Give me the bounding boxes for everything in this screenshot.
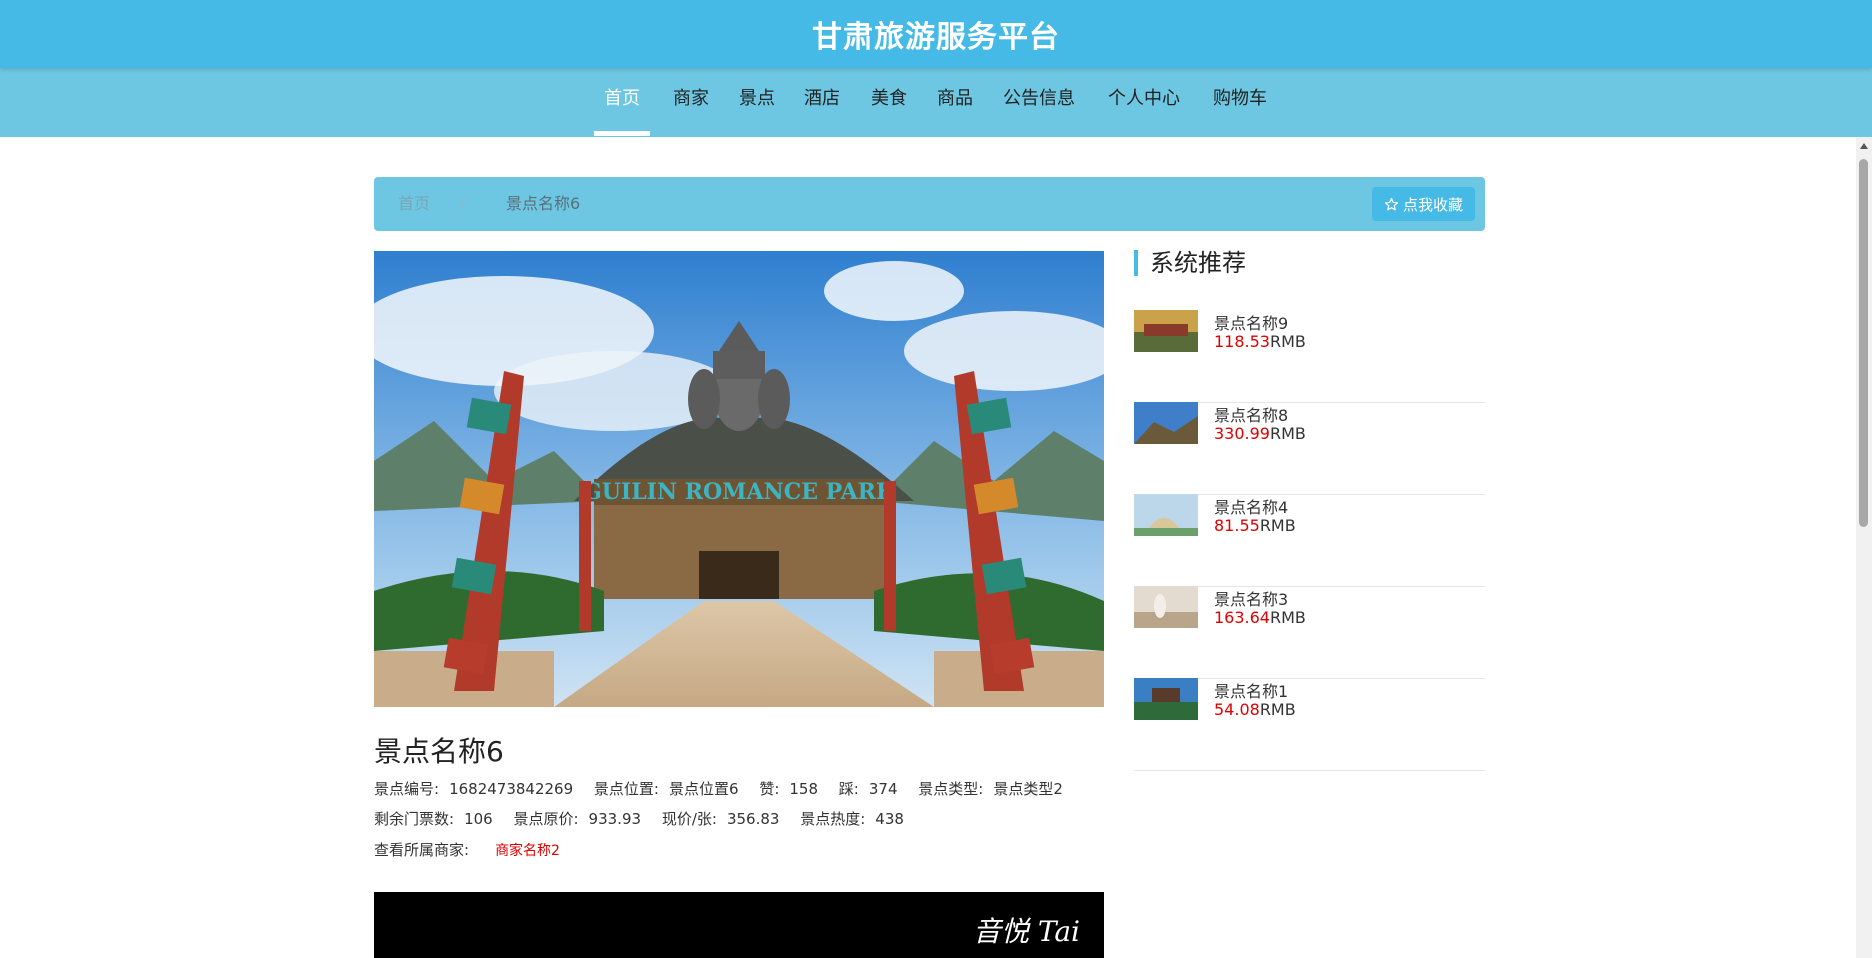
price-value: 163.64	[1214, 608, 1270, 627]
scroll-up-arrow-icon[interactable]	[1860, 143, 1868, 149]
field-value-dislike: 374	[868, 780, 898, 798]
field-label-popularity: 景点热度:	[800, 810, 866, 828]
merchant-label: 查看所属商家:	[374, 841, 470, 859]
recommend-item-name[interactable]: 景点名称1	[1214, 678, 1288, 702]
recommend-item[interactable]: 景点名称4 81.55RMB	[1134, 494, 1485, 587]
nav-item-cart[interactable]: 购物车	[1213, 68, 1267, 137]
favorite-button[interactable]: 点我收藏	[1371, 187, 1475, 221]
nav-item-hotel[interactable]: 酒店	[804, 68, 840, 137]
field-value-tickets-left: 106	[464, 810, 493, 828]
price-value: 330.99	[1214, 424, 1270, 443]
recommend-item-name[interactable]: 景点名称3	[1214, 586, 1288, 610]
nav-item-home[interactable]: 首页	[604, 68, 640, 137]
nav-item-notice[interactable]: 公告信息	[1003, 68, 1075, 137]
price-value: 54.08	[1214, 700, 1260, 719]
field-label-type: 景点类型:	[918, 780, 984, 798]
recommend-item[interactable]: 景点名称1 54.08RMB	[1134, 678, 1485, 771]
price-unit: RMB	[1259, 700, 1296, 719]
recommend-thumbnail[interactable]	[1134, 586, 1198, 628]
price-unit: RMB	[1269, 608, 1306, 627]
scenic-title: 景点名称6	[374, 735, 504, 768]
recommend-item-price: 330.99RMB	[1214, 424, 1306, 443]
merchant-row: 查看所属商家: 商家名称2	[374, 839, 560, 860]
nav-active-indicator	[594, 131, 650, 136]
recommend-item-name[interactable]: 景点名称9	[1214, 310, 1288, 334]
info-row-2: 剩余门票数: 106 景点原价: 933.93 现价/张: 356.83 景点热度: 4…	[374, 808, 920, 829]
recommend-item-price: 118.53RMB	[1214, 332, 1306, 351]
recommend-thumbnail[interactable]	[1134, 494, 1198, 536]
star-outline-icon	[1384, 197, 1399, 210]
price-value: 118.53	[1214, 332, 1270, 351]
info-row-1: 景点编号: 1682473842269 景点位置: 景点位置6 赞: 158 踩: 37…	[374, 778, 1079, 799]
field-label-original-price: 景点原价:	[513, 810, 579, 828]
nav-item-food[interactable]: 美食	[871, 68, 907, 137]
park-sign-text: GUILIN ROMANCE PARK	[583, 479, 896, 505]
field-label-location: 景点位置:	[593, 780, 659, 798]
field-value-current-price: 356.83	[726, 810, 780, 828]
breadcrumb-current: 景点名称6	[506, 194, 581, 213]
field-value-type: 景点类型2	[993, 780, 1063, 798]
field-value-location: 景点位置6	[668, 780, 739, 798]
scenic-main-image: GUILIN ROMANCE PARK	[374, 251, 1104, 707]
video-watermark: 音悦 Tai	[972, 915, 1080, 948]
site-header: 甘肃旅游服务平台	[0, 0, 1872, 68]
field-label-tickets-left: 剩余门票数:	[374, 810, 455, 828]
field-value-original-price: 933.93	[588, 810, 642, 828]
recommend-item[interactable]: 景点名称8 330.99RMB	[1134, 402, 1485, 495]
video-player[interactable]: 音悦 Tai	[374, 892, 1104, 958]
main-nav: 首页 商家 景点 酒店 美食 商品 公告信息 个人中心 购物车	[0, 68, 1872, 137]
breadcrumb-separator: /	[460, 194, 466, 213]
field-value-id: 1682473842269	[449, 780, 574, 798]
field-label-current-price: 现价/张:	[661, 810, 717, 828]
field-label-like: 赞:	[759, 780, 780, 798]
recommend-item-price: 163.64RMB	[1214, 608, 1306, 627]
site-title: 甘肃旅游服务平台	[812, 20, 1060, 55]
field-label-id: 景点编号:	[374, 780, 440, 798]
field-value-popularity: 438	[875, 810, 904, 828]
nav-item-merchant[interactable]: 商家	[673, 68, 709, 137]
recommend-thumbnail[interactable]	[1134, 402, 1198, 444]
recommend-item-name[interactable]: 景点名称4	[1214, 494, 1288, 518]
breadcrumb: 首页 / 景点名称6 点我收藏	[374, 177, 1485, 231]
price-unit: RMB	[1269, 332, 1306, 351]
recommend-item-name[interactable]: 景点名称8	[1214, 402, 1288, 426]
price-unit: RMB	[1259, 516, 1296, 535]
recommend-item[interactable]: 景点名称3 163.64RMB	[1134, 586, 1485, 679]
field-label-dislike: 踩:	[838, 780, 859, 798]
price-unit: RMB	[1269, 424, 1306, 443]
breadcrumb-home[interactable]: 首页	[398, 177, 430, 231]
price-value: 81.55	[1214, 516, 1260, 535]
recommend-item-price: 54.08RMB	[1214, 700, 1296, 719]
recommend-thumbnail[interactable]	[1134, 310, 1198, 352]
field-value-like: 158	[789, 780, 819, 798]
scroll-thumb[interactable]	[1859, 159, 1868, 527]
recommend-thumbnail[interactable]	[1134, 678, 1198, 720]
favorite-button-label: 点我收藏	[1402, 195, 1463, 214]
recommend-item-price: 81.55RMB	[1214, 516, 1296, 535]
nav-item-goods[interactable]: 商品	[937, 68, 973, 137]
recommend-item[interactable]: 景点名称9 118.53RMB	[1134, 310, 1485, 403]
nav-item-user-center[interactable]: 个人中心	[1108, 68, 1180, 137]
recommend-title: 系统推荐	[1134, 250, 1246, 276]
merchant-link[interactable]: 商家名称2	[495, 843, 560, 859]
nav-item-scenic[interactable]: 景点	[739, 68, 775, 137]
page-scrollbar[interactable]	[1856, 137, 1872, 958]
